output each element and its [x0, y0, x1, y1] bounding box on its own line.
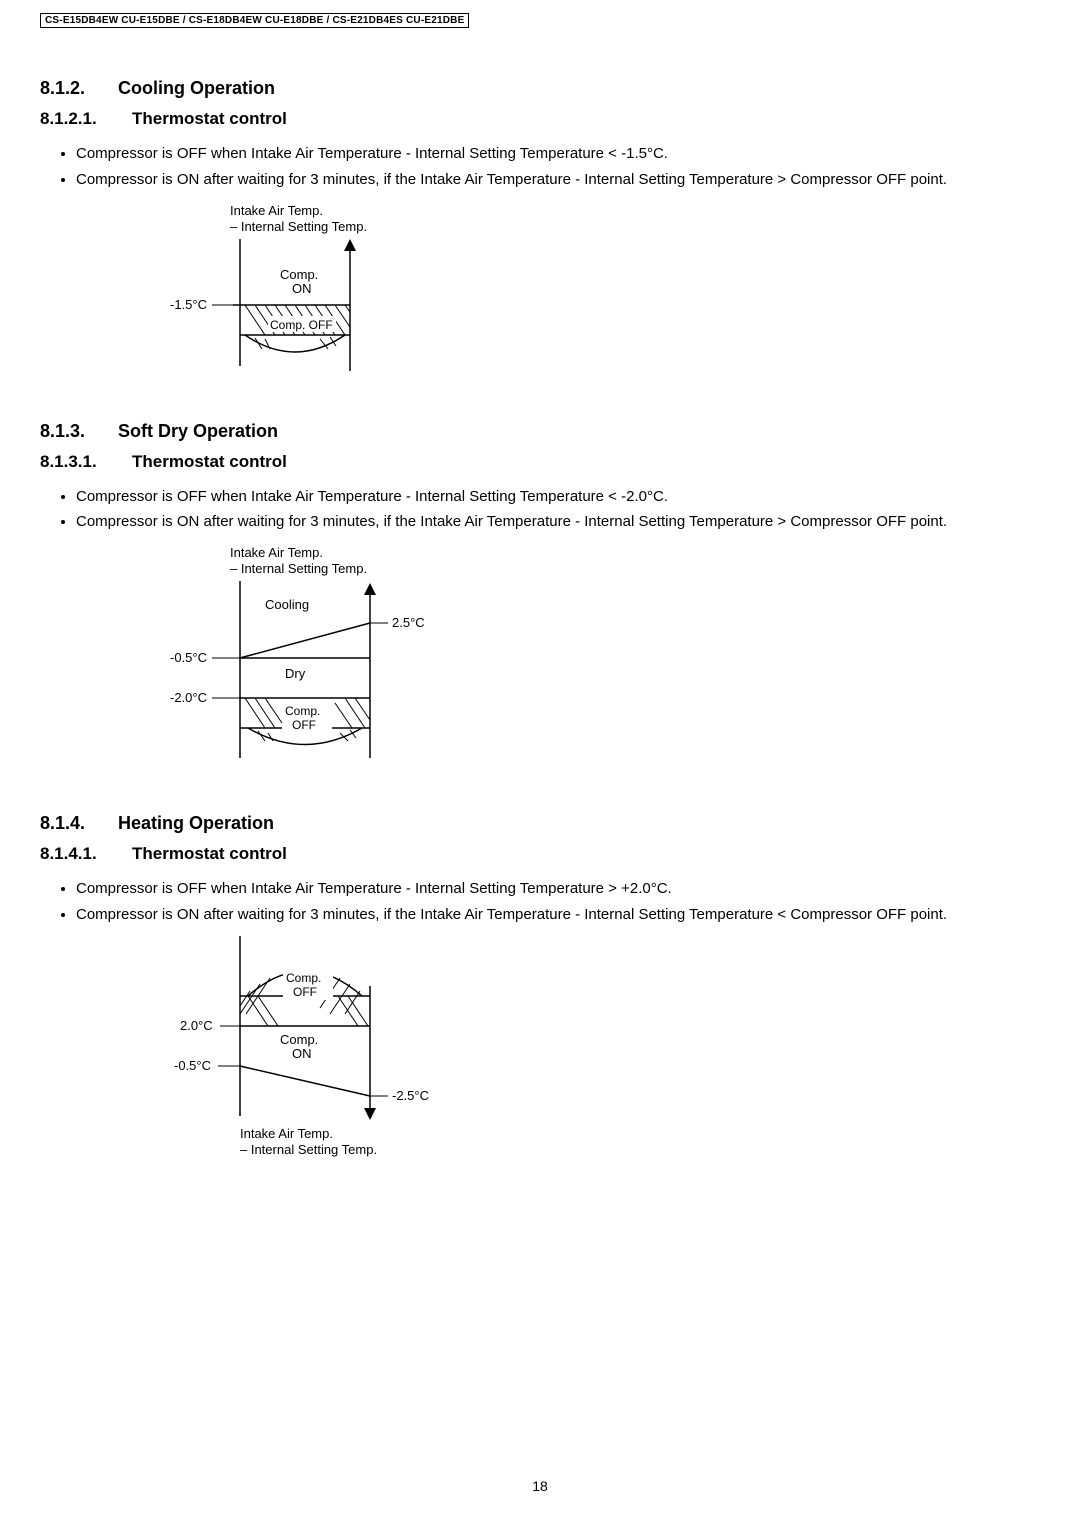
subsection-number: 8.1.3.1.: [40, 452, 132, 472]
bullet-item: Compressor is OFF when Intake Air Temper…: [76, 486, 1040, 508]
page-content: CS-E15DB4EW CU-E15DBE / CS-E18DB4EW CU-E…: [0, 0, 1080, 1166]
diagram-temp-label: 2.5°C: [392, 615, 425, 630]
subsection-label: Thermostat control: [132, 452, 287, 471]
diagram-temp-label: -1.5°C: [170, 297, 207, 312]
diagram-label: Dry: [285, 666, 306, 681]
bullet-list: Compressor is OFF when Intake Air Temper…: [40, 143, 1040, 191]
bullet-item: Compressor is ON after waiting for 3 min…: [76, 904, 1040, 926]
diagram-label: OFF: [292, 718, 316, 732]
heating-diagram: Comp. OFF 2.0°C Comp. ON -0.5°C -2.5°C I…: [170, 936, 1040, 1166]
section-8-1-3-1-title: 8.1.3.1.Thermostat control: [40, 452, 1040, 472]
section-label: Heating Operation: [118, 813, 274, 833]
diagram-label: ON: [292, 281, 312, 296]
subsection-number: 8.1.4.1.: [40, 844, 132, 864]
diagram-label: – Internal Setting Temp.: [230, 219, 367, 234]
subsection-label: Thermostat control: [132, 109, 287, 128]
section-8-1-2-1-title: 8.1.2.1.Thermostat control: [40, 109, 1040, 129]
page-number: 18: [0, 1478, 1080, 1494]
diagram-temp-label: -0.5°C: [170, 650, 207, 665]
section-number: 8.1.2.: [40, 78, 118, 99]
diagram-label: Intake Air Temp.: [230, 545, 323, 560]
section-label: Soft Dry Operation: [118, 421, 278, 441]
diagram-label: Cooling: [265, 597, 309, 612]
diagram-label: – Internal Setting Temp.: [230, 561, 367, 576]
subsection-number: 8.1.2.1.: [40, 109, 132, 129]
diagram-temp-label: -2.5°C: [392, 1088, 429, 1103]
bullet-list: Compressor is OFF when Intake Air Temper…: [40, 486, 1040, 534]
diagram-label: Intake Air Temp.: [240, 1126, 333, 1141]
diagram-label: Comp.: [280, 1032, 318, 1047]
diagram-label: Comp.: [285, 704, 320, 718]
diagram-temp-label: -0.5°C: [174, 1058, 211, 1073]
subsection-label: Thermostat control: [132, 844, 287, 863]
diagram-label: ON: [292, 1046, 312, 1061]
diagram-label: Comp.: [286, 971, 321, 985]
diagram-label: Comp. OFF: [270, 318, 333, 332]
bullet-item: Compressor is OFF when Intake Air Temper…: [76, 143, 1040, 165]
diagram-label: OFF: [293, 985, 317, 999]
section-8-1-4-1-title: 8.1.4.1.Thermostat control: [40, 844, 1040, 864]
cooling-diagram: Intake Air Temp. – Internal Setting Temp…: [170, 201, 1040, 381]
bullet-list: Compressor is OFF when Intake Air Temper…: [40, 878, 1040, 926]
diagram-label: – Internal Setting Temp.: [240, 1142, 377, 1157]
diagram-temp-label: -2.0°C: [170, 690, 207, 705]
section-label: Cooling Operation: [118, 78, 275, 98]
bullet-item: Compressor is ON after waiting for 3 min…: [76, 169, 1040, 191]
softdry-diagram: Intake Air Temp. – Internal Setting Temp…: [170, 543, 1040, 773]
model-header: CS-E15DB4EW CU-E15DBE / CS-E18DB4EW CU-E…: [40, 13, 469, 28]
section-8-1-4-title: 8.1.4.Heating Operation: [40, 813, 1040, 834]
section-8-1-3-title: 8.1.3.Soft Dry Operation: [40, 421, 1040, 442]
section-8-1-2-title: 8.1.2.Cooling Operation: [40, 78, 1040, 99]
section-number: 8.1.3.: [40, 421, 118, 442]
diagram-temp-label: 2.0°C: [180, 1018, 213, 1033]
diagram-label: Comp.: [280, 267, 318, 282]
diagram-label: Intake Air Temp.: [230, 203, 323, 218]
bullet-item: Compressor is ON after waiting for 3 min…: [76, 511, 1040, 533]
section-number: 8.1.4.: [40, 813, 118, 834]
bullet-item: Compressor is OFF when Intake Air Temper…: [76, 878, 1040, 900]
